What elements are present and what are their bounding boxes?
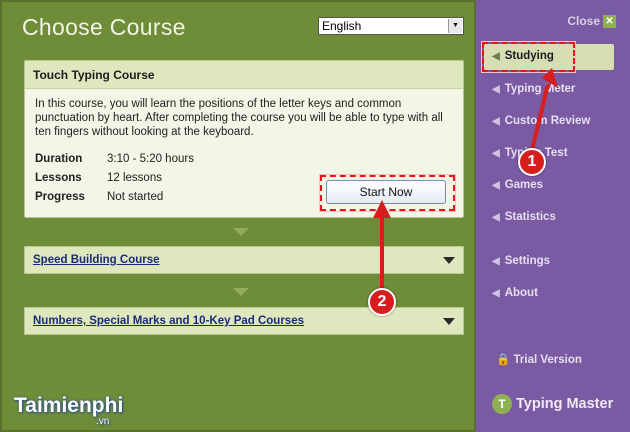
step-badge-1: 1	[518, 148, 546, 176]
duration-value: 3:10 - 5:20 hours	[107, 153, 194, 165]
trial-version: 🔒 Trial Version	[496, 352, 582, 366]
sidebar-item-label: Custom Review	[504, 115, 591, 127]
course-item-label: Numbers, Special Marks and 10-Key Pad Co…	[33, 315, 304, 327]
course-item-numbers[interactable]: Numbers, Special Marks and 10-Key Pad Co…	[24, 307, 464, 335]
sidebar-item-label: Games	[504, 179, 544, 191]
sidebar-item-games[interactable]: ◀ Games	[492, 179, 543, 191]
typingmaster-logo-icon: T	[492, 394, 512, 414]
brand-label: Typing Master	[516, 395, 614, 412]
sidebar-item-label: About	[504, 287, 538, 299]
watermark-logo: Taimienphi .vn	[14, 394, 124, 427]
chevron-left-icon: ◀	[492, 148, 500, 159]
chevron-left-icon: ◀	[492, 256, 500, 267]
lock-icon: 🔒	[496, 354, 511, 366]
chevron-down-icon[interactable]: ▼	[448, 19, 462, 33]
studying-highlight-box	[482, 42, 575, 72]
main-panel: Choose Course English ▼ Touch Typing Cou…	[0, 0, 476, 432]
step-badge-2: 2	[368, 288, 396, 316]
sidebar: Close ✕ ◀ Studying ◀ Typing Meter ◀ Custom R…	[476, 0, 630, 432]
down-arrow-icon	[233, 288, 249, 296]
duration-label: Duration	[35, 153, 83, 165]
course-item-speed-building[interactable]: Speed Building Course	[24, 246, 464, 274]
down-arrow-icon	[233, 228, 249, 236]
chevron-left-icon: ◀	[492, 212, 500, 223]
start-highlight-box	[320, 175, 455, 211]
language-value: English	[322, 19, 362, 33]
course-title: Touch Typing Course	[25, 61, 463, 89]
expand-triangle-icon[interactable]	[443, 257, 455, 264]
sidebar-item-label: Settings	[504, 255, 551, 267]
trial-label: Trial Version	[513, 354, 582, 366]
close-icon[interactable]: ✕	[603, 15, 616, 29]
page-title: Choose Course	[22, 14, 186, 40]
chevron-left-icon: ◀	[492, 116, 500, 127]
lessons-value: 12 lessons	[107, 172, 162, 184]
brand: T Typing Master	[492, 394, 613, 414]
sidebar-item-about[interactable]: ◀ About	[492, 287, 538, 299]
expand-triangle-icon[interactable]	[443, 318, 455, 325]
progress-value: Not started	[107, 191, 164, 203]
sidebar-item-custom-review[interactable]: ◀ Custom Review	[492, 115, 590, 127]
sidebar-item-settings[interactable]: ◀ Settings	[492, 255, 550, 267]
chevron-left-icon: ◀	[492, 288, 500, 299]
chevron-left-icon: ◀	[492, 84, 500, 95]
language-select[interactable]: English ▼	[318, 17, 464, 35]
sidebar-item-label: Typing Meter	[504, 83, 576, 95]
sidebar-item-label: Statistics	[504, 211, 556, 223]
lessons-label: Lessons	[35, 172, 82, 184]
sidebar-item-typing-meter[interactable]: ◀ Typing Meter	[492, 83, 575, 95]
progress-label: Progress	[35, 191, 85, 203]
chevron-left-icon: ◀	[492, 180, 500, 191]
close-label: Close	[567, 14, 600, 28]
close-button[interactable]: Close ✕	[567, 14, 616, 29]
sidebar-item-statistics[interactable]: ◀ Statistics	[492, 211, 556, 223]
course-description: In this course, you will learn the posit…	[35, 98, 443, 138]
course-item-label: Speed Building Course	[33, 254, 160, 266]
